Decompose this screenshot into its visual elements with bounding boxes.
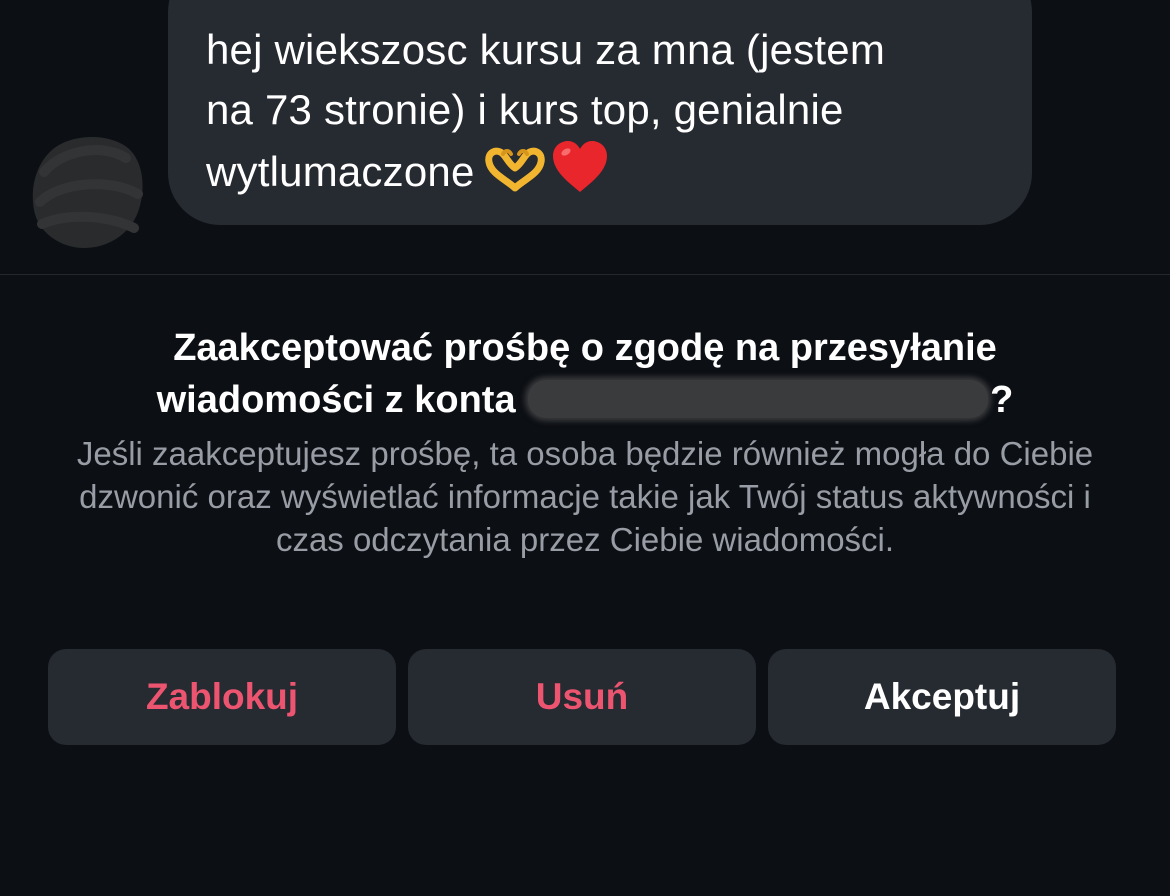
message-line-text: wytlumaczone <box>206 148 475 195</box>
request-actions: Zablokuj Usuń Akceptuj <box>48 649 1116 745</box>
message-request-screen: hej wiekszosc kursu za mna (jestem na 73… <box>0 0 1170 896</box>
redacted-username <box>528 380 989 418</box>
message-row: hej wiekszosc kursu za mna (jestem na 73… <box>0 0 1170 274</box>
prompt-title-line: Zaakceptować prośbę o zgodę na przesyłan… <box>173 327 997 369</box>
prompt-title: Zaakceptować prośbę o zgodę na przesyłan… <box>0 322 1170 426</box>
prompt-title-line: wiadomości z konta ? <box>0 374 1170 426</box>
block-button[interactable]: Zablokuj <box>48 649 396 745</box>
message-text: hej wiekszosc kursu za mna (jestem na 73… <box>206 20 994 210</box>
message-bubble[interactable]: hej wiekszosc kursu za mna (jestem na 73… <box>168 0 1032 225</box>
prompt-description: Jeśli zaakceptujesz prośbę, ta osoba będ… <box>76 435 1094 558</box>
prompt-title-text: wiadomości z konta <box>156 379 516 421</box>
redacted-avatar-icon <box>32 136 143 248</box>
heart-hands-emoji-icon <box>484 146 545 208</box>
message-line: wytlumaczone <box>206 140 994 210</box>
avatar[interactable] <box>30 132 146 252</box>
divider <box>0 274 1170 275</box>
prompt-title-question-mark: ? <box>990 379 1014 421</box>
red-heart-emoji-icon <box>551 140 609 210</box>
message-request-prompt: Zaakceptować prośbę o zgodę na przesyłan… <box>0 322 1170 561</box>
delete-button[interactable]: Usuń <box>408 649 756 745</box>
accept-button[interactable]: Akceptuj <box>768 649 1116 745</box>
message-line: hej wiekszosc kursu za mna (jestem <box>206 26 886 73</box>
message-line: na 73 stronie) i kurs top, genialnie <box>206 86 844 133</box>
